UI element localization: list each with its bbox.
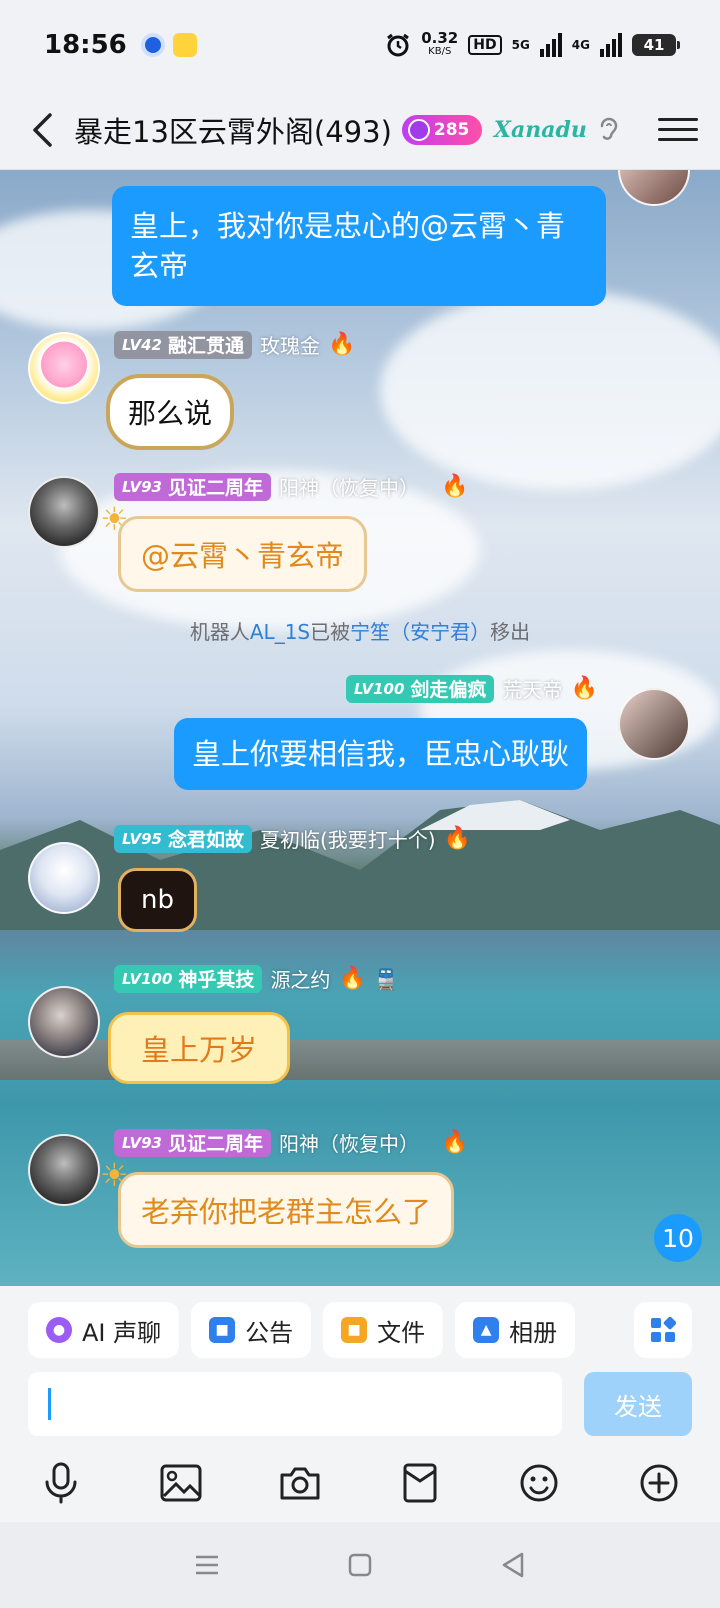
level-badge: LV93 见证二周年 — [114, 1128, 271, 1157]
avatar[interactable] — [618, 688, 690, 760]
message-bubble[interactable]: nb — [118, 868, 197, 932]
sender-meta: LV42 融汇贯通 玫瑰金 🔥 — [114, 330, 355, 359]
net-speed: 0.32 KB/S — [421, 29, 459, 58]
xanadu-logo[interactable]: Xanadu — [494, 117, 587, 143]
background-cloud — [380, 290, 720, 490]
message-bubble[interactable]: 皇上，我对你是忠心的@云霄丶青玄帝 — [112, 186, 606, 306]
rabbit-notification-icon — [172, 33, 197, 57]
sender-nickname[interactable]: 阳神（恢复中） — [279, 472, 419, 501]
plus-icon[interactable] — [638, 1462, 680, 1504]
recents-menu-icon[interactable] — [187, 1545, 227, 1585]
send-button[interactable]: 发送 — [584, 1372, 692, 1436]
flame-icon: 🔥 — [338, 966, 366, 991]
ai-voice-chat-button[interactable]: ● AI 声聊 — [28, 1302, 180, 1358]
system-actor-link[interactable]: 宁笙（安宁君） — [350, 620, 490, 644]
message-bubble[interactable]: 那么说 — [106, 374, 235, 450]
menu-icon[interactable] — [658, 110, 698, 150]
level-badge: LV100 神乎其技 — [114, 964, 263, 993]
message-bubble[interactable]: @云霄丶青玄帝 — [118, 516, 368, 592]
group-fire-badge[interactable]: 285 — [401, 114, 482, 145]
group-title[interactable]: 暴走13区云霄外阁(493) — [74, 109, 392, 151]
flame-icon: 🔥 — [443, 826, 472, 851]
signal-5g-icon — [539, 33, 562, 57]
sender-meta: LV95 念君如故 夏初临(我要打十个) 🔥 — [114, 824, 471, 853]
text-caret — [48, 1388, 51, 1420]
folder-icon: ■ — [341, 1317, 368, 1343]
quick-actions-bar: ● AI 声聊 ■ 公告 ■ 文件 ▲ 相册 — [28, 1302, 576, 1358]
avatar[interactable] — [618, 170, 690, 206]
sender-nickname[interactable]: 源之约 — [270, 964, 330, 993]
avatar[interactable] — [28, 842, 100, 914]
message-bubble[interactable]: 老弃你把老群主怎么了 — [118, 1172, 455, 1248]
avatar[interactable] — [28, 332, 100, 404]
status-time: 18:56 — [44, 30, 127, 60]
announcement-icon: ■ — [209, 1317, 236, 1343]
level-badge: LV95 念君如故 — [114, 824, 252, 853]
announcement-button[interactable]: ■ 公告 — [191, 1302, 312, 1358]
input-panel: ● AI 声聊 ■ 公告 ■ 文件 ▲ 相册 发送 — [0, 1286, 720, 1522]
message-bubble[interactable]: 皇上你要相信我，臣忠心耿耿 — [174, 718, 588, 790]
camera-icon[interactable] — [279, 1462, 321, 1504]
message-input-row: 发送 — [28, 1372, 692, 1436]
emoji-icon[interactable] — [518, 1462, 560, 1504]
status-app-icons — [140, 33, 197, 57]
avatar[interactable] — [28, 986, 100, 1058]
background-mountains — [0, 800, 720, 930]
back-arrow-icon[interactable] — [22, 110, 62, 150]
unread-count-badge[interactable]: 10 — [654, 1214, 702, 1262]
flame-icon: 🔥 — [328, 332, 356, 357]
fire-mascot-icon — [407, 118, 430, 141]
album-icon: ▲ — [473, 1317, 500, 1343]
app-notification-icon — [140, 33, 165, 57]
microphone-icon[interactable] — [40, 1462, 82, 1504]
flame-icon: 🔥 — [441, 1130, 469, 1155]
red-packet-icon[interactable] — [399, 1462, 441, 1504]
avatar[interactable] — [28, 1134, 100, 1206]
sender-nickname[interactable]: 荒天帝 — [502, 674, 562, 703]
train-icon: 🚆 — [373, 966, 399, 991]
battery-icon: 41 — [632, 34, 680, 56]
sender-nickname[interactable]: 玫瑰金 — [260, 330, 320, 359]
flame-icon: 🔥 — [441, 474, 469, 499]
flame-icon: 🔥 — [570, 676, 598, 701]
signal-5g-label: 5G — [511, 38, 530, 52]
message-bubble[interactable]: 皇上万岁 — [108, 1012, 291, 1084]
chat-header: 暴走13区云霄外阁(493) 285 Xanadu — [0, 90, 720, 170]
ai-voice-icon: ● — [46, 1317, 72, 1343]
more-apps-button[interactable] — [634, 1302, 692, 1358]
message-input[interactable] — [28, 1372, 562, 1436]
system-bot-link[interactable]: AL_1S — [250, 620, 310, 644]
sender-meta: LV93 见证二周年 阳神（恢复中） 🔥 — [114, 472, 468, 501]
status-bar: 18:56 0.32 KB/S HD 5G 4G 41 — [0, 0, 720, 90]
back-nav-icon[interactable] — [493, 1545, 533, 1585]
level-badge: LV100 剑走偏疯 — [346, 674, 495, 703]
system-nav-bar — [0, 1522, 720, 1608]
signal-4g-label: 4G — [571, 38, 590, 52]
level-badge: LV93 见证二周年 — [114, 472, 271, 501]
album-button[interactable]: ▲ 相册 — [455, 1302, 576, 1358]
sender-meta: LV93 见证二周年 阳神（恢复中） 🔥 — [114, 1128, 468, 1157]
sender-nickname[interactable]: 夏初临(我要打十个) — [260, 824, 436, 853]
avatar[interactable] — [28, 476, 100, 548]
home-icon[interactable] — [340, 1545, 380, 1585]
level-badge: LV42 融汇贯通 — [114, 330, 252, 359]
signal-4g-icon — [600, 33, 622, 57]
chat-message-list[interactable]: 皇上，我对你是忠心的@云霄丶青玄帝 LV42 融汇贯通 玫瑰金 🔥 那么说 LV9… — [0, 170, 720, 1286]
input-toolbar — [40, 1462, 680, 1504]
apps-grid-icon — [651, 1317, 676, 1342]
sender-meta: LV100 剑走偏疯 荒天帝 🔥 — [346, 674, 598, 703]
files-button[interactable]: ■ 文件 — [323, 1302, 444, 1358]
sender-nickname[interactable]: 阳神（恢复中） — [279, 1128, 419, 1157]
image-icon[interactable] — [160, 1462, 202, 1504]
sender-meta: LV100 神乎其技 源之约 🔥 🚆 — [114, 964, 399, 993]
system-notice: 机器人AL_1S已被宁笙（安宁君）移出 — [189, 620, 531, 644]
hd-badge: HD — [468, 35, 502, 55]
ear-icon[interactable] — [597, 114, 619, 146]
alarm-icon — [387, 33, 410, 57]
